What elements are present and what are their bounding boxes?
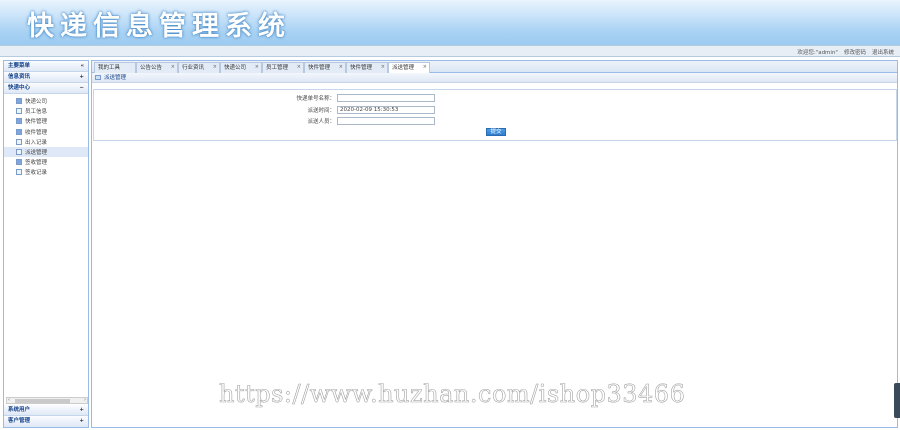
- tab-delivery[interactable]: 派送管理 ×: [388, 62, 430, 73]
- time-input[interactable]: 2020-02-09 15:30:53: [337, 105, 435, 114]
- grid-icon: [16, 128, 22, 135]
- panel-header: 派送管理: [92, 73, 897, 83]
- group-label: 客户管理: [8, 418, 31, 424]
- close-icon[interactable]: ×: [255, 62, 259, 72]
- tab-label: 快递公司: [224, 65, 247, 71]
- main-menu-header[interactable]: 主要菜单 «: [4, 61, 88, 72]
- sidebar-item-receiving[interactable]: 收件管理: [4, 127, 88, 137]
- close-icon[interactable]: ×: [339, 62, 343, 72]
- group-label: 快递中心: [8, 85, 31, 91]
- grid-icon: [16, 159, 22, 166]
- sidebar-item-sign-records[interactable]: 签收记录: [4, 167, 88, 177]
- submit-button[interactable]: 提交: [486, 128, 506, 136]
- tab-tools[interactable]: 我的工具: [94, 62, 136, 73]
- tracking-input[interactable]: [337, 93, 435, 102]
- tab-news[interactable]: 行业资讯 ×: [178, 62, 220, 73]
- main-menu-label: 主要菜单: [8, 63, 31, 69]
- sidebar-item-label: 签收管理: [25, 160, 48, 167]
- tab-label: 行业资讯: [182, 65, 205, 71]
- page-icon: [16, 169, 22, 176]
- sidebar-item-in-out[interactable]: 出入记录: [4, 137, 88, 147]
- status-bar: 欢迎您:"admin" 修改密码 退出系统: [0, 45, 900, 57]
- tab-label: 快件管理: [308, 65, 331, 71]
- page-icon: [16, 108, 22, 115]
- tracking-label: 快递单号名称：: [296, 95, 335, 102]
- sidebar-item-label: 派送管理: [25, 150, 48, 157]
- sidebar-item-staff[interactable]: 员工信息: [4, 106, 88, 116]
- main-panel: 我的工具 公告公告 × 行业资讯 × 快递公司 × 员工管理 × 快件管理 × 快件管理 ×…: [91, 60, 898, 428]
- page-icon: [16, 149, 22, 156]
- tracking-row: 快递单号名称：: [277, 93, 435, 102]
- courier-input[interactable]: [337, 116, 435, 125]
- sidebar-item-signoff[interactable]: 签收管理: [4, 157, 88, 167]
- collapse-icon[interactable]: «: [80, 61, 84, 72]
- tab-label: 员工管理: [266, 65, 289, 71]
- group-users-header[interactable]: 系统用户 +: [4, 405, 88, 416]
- group-customers-header[interactable]: 客户管理 +: [4, 416, 88, 427]
- scroll-thumb[interactable]: [15, 399, 70, 403]
- tab-notices[interactable]: 公告公告 ×: [136, 62, 178, 73]
- side-widget[interactable]: [894, 383, 900, 418]
- scroll-right-icon[interactable]: ›: [84, 397, 86, 403]
- grid-icon: [16, 118, 22, 125]
- sidebar-bottom-groups: 系统用户 + 客户管理 +: [4, 405, 88, 427]
- close-icon[interactable]: ×: [423, 62, 427, 72]
- welcome-text: 欢迎您:"admin": [797, 50, 838, 56]
- watermark: https://www.huzhan.com/ishop33466: [219, 380, 686, 409]
- close-icon[interactable]: ×: [381, 62, 385, 72]
- delivery-form: 快递单号名称： 派送时间： 2020-02-09 15:30:53 派送人员： …: [93, 89, 897, 141]
- sidebar-item-parcels[interactable]: 快件管理: [4, 116, 88, 126]
- grid-icon: [16, 98, 22, 105]
- tab-label: 公告公告: [140, 65, 163, 71]
- express-tree: 快递公司 员工信息 快件管理 收件管理 出入记录 派送管理 签收管理 签收记录: [4, 94, 88, 178]
- expand-icon[interactable]: +: [79, 416, 84, 427]
- group-label: 系统用户: [8, 407, 31, 413]
- close-icon[interactable]: ×: [171, 62, 175, 72]
- tab-staff[interactable]: 员工管理 ×: [262, 62, 304, 73]
- sidebar-item-delivery[interactable]: 派送管理: [4, 146, 88, 158]
- scroll-left-icon[interactable]: ‹: [8, 397, 10, 403]
- panel-title: 派送管理: [104, 74, 127, 81]
- group-label: 信息资讯: [8, 74, 31, 80]
- sidebar-item-label: 收件管理: [25, 129, 48, 136]
- tab-label: 我的工具: [98, 65, 121, 71]
- logout-link[interactable]: 退出系统: [872, 48, 894, 56]
- sidebar-item-label: 签收记录: [25, 170, 48, 177]
- page-icon: [16, 138, 22, 145]
- courier-row: 派送人员：: [277, 116, 435, 125]
- expand-icon[interactable]: +: [79, 72, 84, 83]
- close-icon[interactable]: ×: [297, 62, 301, 72]
- collapse-group-icon[interactable]: −: [79, 83, 84, 94]
- close-icon[interactable]: ×: [213, 62, 217, 72]
- sidebar-scrollbar[interactable]: ‹ ›: [6, 397, 88, 404]
- tab-bar: 我的工具 公告公告 × 行业资讯 × 快递公司 × 员工管理 × 快件管理 × 快件管理 ×…: [92, 61, 897, 73]
- sidebar-item-label: 员工信息: [25, 109, 48, 116]
- time-label: 派送时间：: [307, 107, 335, 114]
- app-title: 快递信息管理系统: [27, 11, 291, 42]
- courier-label: 派送人员：: [307, 118, 335, 125]
- tab-company[interactable]: 快递公司 ×: [220, 62, 262, 73]
- time-row: 派送时间： 2020-02-09 15:30:53: [277, 105, 435, 114]
- tab-label: 快件管理: [350, 65, 373, 71]
- sidebar-item-company[interactable]: 快递公司: [4, 96, 88, 106]
- tab-parcels[interactable]: 快件管理 ×: [304, 62, 346, 73]
- sidebar-item-label: 快递公司: [25, 99, 48, 106]
- group-express-header[interactable]: 快递中心 −: [4, 83, 88, 94]
- tab-parcels-2[interactable]: 快件管理 ×: [346, 62, 388, 73]
- panel-icon: [95, 75, 101, 80]
- sidebar-item-label: 快件管理: [25, 119, 48, 126]
- change-password-link[interactable]: 修改密码: [844, 48, 866, 56]
- sidebar: 主要菜单 « 信息资讯 + 快递中心 − 快递公司 员工信息 快件管理 收件管理…: [3, 60, 89, 428]
- tab-label: 派送管理: [392, 65, 415, 71]
- header-banner: 快递信息管理系统: [0, 0, 900, 45]
- expand-icon[interactable]: +: [79, 405, 84, 416]
- sidebar-item-label: 出入记录: [25, 139, 48, 146]
- group-info-header[interactable]: 信息资讯 +: [4, 72, 88, 83]
